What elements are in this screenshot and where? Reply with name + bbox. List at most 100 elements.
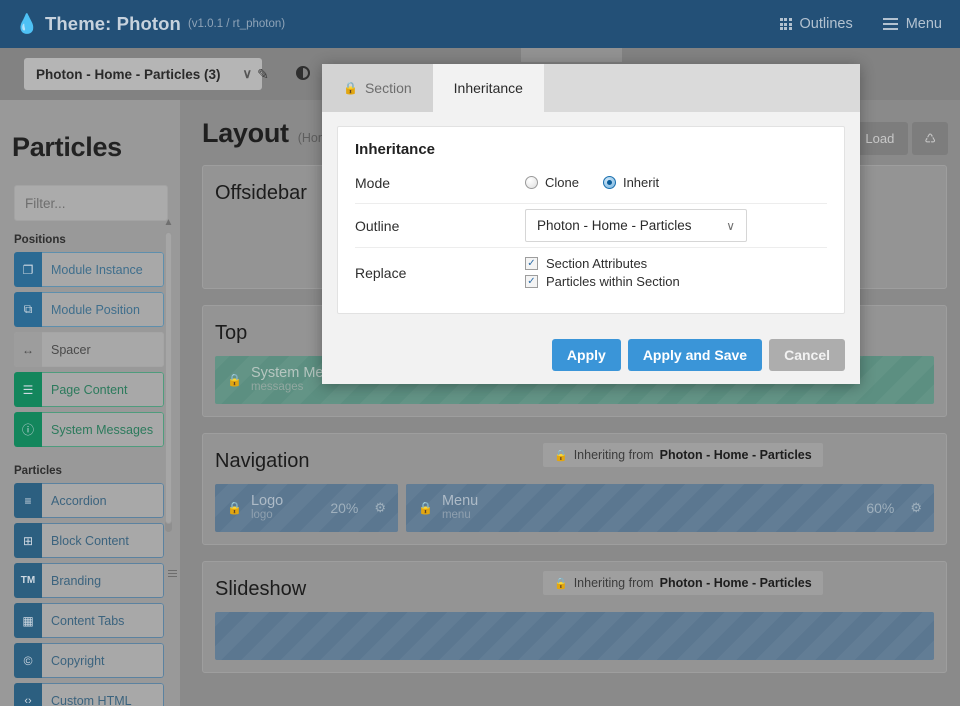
lock-icon: 🔒 [227, 373, 242, 387]
block-title: Logo [250, 492, 284, 509]
tab-inheritance-label: Inheritance [453, 80, 523, 96]
module-position-icon: ⧉ [14, 292, 42, 327]
field-replace: Replace ✓ Section Attributes ✓ Particles… [355, 248, 827, 297]
checkbox-section-attributes-label: Section Attributes [546, 256, 648, 271]
section-blocks [215, 612, 934, 660]
gear-icon[interactable]: ⚙ [374, 500, 386, 516]
checkbox-particles-within-section[interactable]: ✓ Particles within Section [525, 274, 827, 289]
top-bar: 💧 Theme: Photon (v1.0.1 / rt_photon) Out… [0, 0, 960, 48]
contrast-icon[interactable] [292, 62, 314, 84]
trash-icon: ♺ [924, 130, 936, 146]
system-messages-icon: ⓘ [14, 412, 42, 447]
section-blocks: 🔒 Logo logo 20% ⚙ 🔒 Menu menu 60% ⚙ [215, 484, 934, 532]
inheriting-source: Photon - Home - Particles [659, 448, 812, 462]
lock-icon: 🔒 [418, 501, 433, 515]
radio-inherit-indicator[interactable] [602, 176, 616, 189]
sidebar-item-label: Spacer [42, 332, 164, 367]
sidebar-item-label: Custom HTML [42, 683, 164, 706]
tab-section[interactable]: 🔒 Section [322, 64, 433, 112]
sidebar-item-label: Module Instance [42, 252, 164, 287]
group-label-particles: Particles [14, 465, 62, 477]
section-slideshow[interactable]: Slideshow 🔒 Inheriting from Photon - Hom… [202, 561, 947, 673]
copyright-icon: © [14, 643, 42, 678]
radio-clone[interactable]: Clone [525, 175, 579, 190]
sidebar-scrollbar-thumb[interactable] [165, 232, 172, 524]
branding-icon: TM [14, 563, 42, 598]
sidebar-item-label: Module Position [42, 292, 164, 327]
particles-sidebar: Particles Positions ❐ Module Instance ⧉ … [0, 100, 215, 706]
custom-html-icon: ‹› [14, 683, 42, 706]
background-tab-ghost [521, 48, 622, 62]
block-menu[interactable]: 🔒 Menu menu 60% ⚙ [406, 484, 934, 532]
filter-box[interactable] [14, 185, 215, 221]
block-key: menu [441, 509, 471, 522]
tab-inheritance[interactable]: Inheritance [432, 64, 544, 112]
field-mode: Mode Clone Inherit [355, 162, 827, 204]
outline-select[interactable]: Photon - Home - Particles ∨ [525, 209, 747, 242]
stripe-overlay [215, 484, 398, 532]
radio-inherit[interactable]: Inherit [602, 175, 659, 190]
chevron-down-icon: ∨ [726, 218, 735, 233]
page-content-icon: ☰ [14, 372, 42, 407]
sidebar-item-accordion[interactable]: ≡ Accordion [14, 483, 164, 518]
outline-selector[interactable]: Photon - Home - Particles (3) ∨ [24, 58, 263, 90]
field-outline: Outline Photon - Home - Particles ∨ [355, 204, 827, 248]
block-width-percent: 60% [866, 500, 895, 516]
filter-input[interactable] [25, 195, 202, 211]
edit-pencil-icon[interactable]: ✎ [252, 63, 274, 85]
sidebar-item-content-tabs[interactable]: ▦ Content Tabs [14, 603, 164, 638]
sidebar-item-custom-html[interactable]: ‹› Custom HTML [14, 683, 164, 706]
outlines-label: Outlines [799, 16, 853, 32]
outline-label: Outline [355, 217, 400, 234]
particles-list: ≡ Accordion ⊞ Block Content TM Branding … [0, 483, 180, 706]
spacer-icon: ↔ [14, 332, 42, 367]
inheritance-card: Inheritance Mode Clone Inherit Outline P… [337, 126, 845, 314]
block-text: Menu menu [442, 493, 478, 523]
sidebar-scrollbar[interactable] [165, 232, 172, 532]
block-title: Menu [441, 492, 479, 509]
sidebar-item-block-content[interactable]: ⊞ Block Content [14, 523, 164, 558]
sidebar-item-module-position[interactable]: ⧉ Module Position [14, 292, 164, 327]
section-navigation[interactable]: Navigation 🔒 Inheriting from Photon - Ho… [202, 433, 947, 545]
apply-button[interactable]: Apply [551, 339, 621, 371]
sidebar-resize-handle[interactable] [168, 570, 177, 577]
stripe-overlay [215, 612, 934, 660]
content-tabs-icon: ▦ [14, 603, 42, 638]
dialog-tab-bar: 🔒 Section Inheritance [322, 64, 860, 112]
block-slideshow[interactable] [215, 612, 934, 660]
outline-control: Photon - Home - Particles ∨ [525, 209, 827, 242]
menu-label: Menu [905, 16, 942, 32]
page-title: Layout [202, 118, 289, 148]
delete-button[interactable]: ♺ [912, 122, 948, 155]
mode-control: Clone Inherit [525, 175, 827, 190]
scroll-up-arrow-icon[interactable]: ▲ [163, 218, 174, 228]
block-logo[interactable]: 🔒 Logo logo 20% ⚙ [215, 484, 398, 532]
outline-select-value: Photon - Home - Particles [537, 218, 692, 233]
sidebar-item-spacer[interactable]: ↔ Spacer [14, 332, 164, 367]
sidebar-item-system-messages[interactable]: ⓘ System Messages [14, 412, 164, 447]
menu-nav-button[interactable]: Menu [882, 16, 942, 32]
sidebar-item-page-content[interactable]: ☰ Page Content [14, 372, 164, 407]
checkbox-particles-within-section-box[interactable]: ✓ [525, 275, 538, 288]
checkbox-section-attributes[interactable]: ✓ Section Attributes [525, 256, 827, 271]
lock-icon: 🔒 [343, 81, 358, 95]
radio-clone-indicator[interactable] [525, 176, 538, 189]
sidebar-item-label: Accordion [42, 483, 164, 518]
inheriting-badge: 🔒 Inheriting from Photon - Home - Partic… [543, 571, 823, 595]
radio-clone-label: Clone [545, 175, 579, 190]
cancel-button[interactable]: Cancel [769, 339, 845, 371]
gear-icon[interactable]: ⚙ [910, 500, 922, 516]
sidebar-item-copyright[interactable]: © Copyright [14, 643, 164, 678]
sidebar-item-module-instance[interactable]: ❐ Module Instance [14, 252, 164, 287]
tab-section-label: Section [364, 80, 412, 96]
sidebar-item-branding[interactable]: TM Branding [14, 563, 164, 598]
grid-icon [779, 18, 792, 30]
outlines-nav-button[interactable]: Outlines [779, 16, 853, 32]
group-label-positions: Positions [14, 234, 66, 246]
apply-and-save-button[interactable]: Apply and Save [627, 339, 763, 371]
lock-icon: 🔒 [554, 449, 568, 462]
checkbox-section-attributes-box[interactable]: ✓ [525, 257, 538, 270]
lock-icon: 🔒 [227, 501, 242, 515]
inheriting-source: Photon - Home - Particles [659, 576, 812, 590]
block-key: logo [250, 509, 273, 522]
